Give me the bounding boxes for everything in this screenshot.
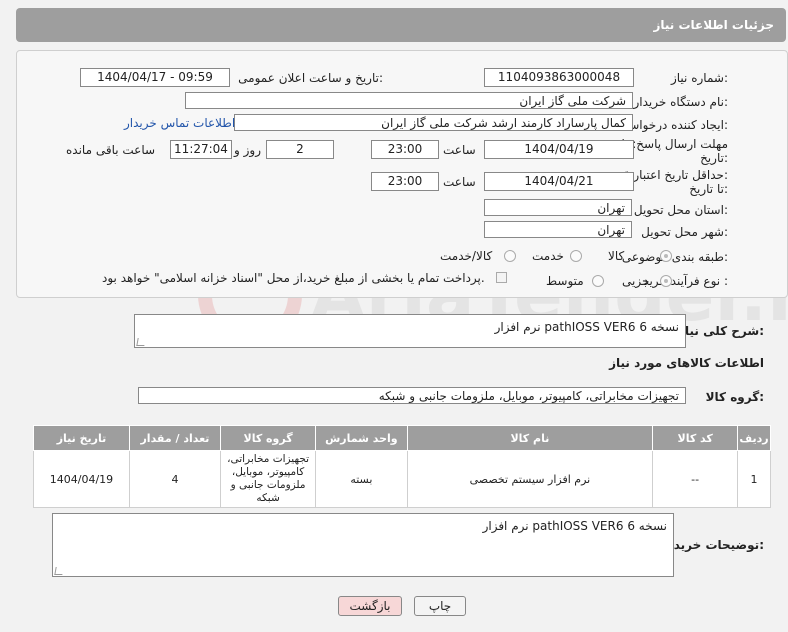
- cell-goods-name: نرم افزار سیستم تخصصی: [406, 450, 654, 508]
- validity-date-field: 1404/04/21: [484, 172, 634, 191]
- treasury-payment-checkbox[interactable]: [496, 272, 507, 283]
- category-option-goods: کالا: [608, 249, 625, 263]
- print-button[interactable]: چاپ: [414, 596, 466, 616]
- page-header: جزئیات اطلاعات نیاز: [16, 8, 786, 42]
- items-table: ردیف کد کالا نام کالا واحد شمارش گروه کا…: [33, 425, 771, 508]
- requester-field: کمال پارساراد کارمند ارشد شرکت ملی گاز ا…: [234, 114, 633, 131]
- validity-label-2: تا تاریخ:: [689, 182, 728, 196]
- category-option-both: کالا/خدمت: [440, 249, 493, 263]
- buyer-notes-textarea: نرم افزار pathIOSS VER6 نسخه 6: [52, 513, 674, 577]
- category-radio-both[interactable]: [504, 250, 516, 262]
- buyer-notes-label: توضیحات خریدار:: [662, 538, 764, 552]
- cell-unit: بسته: [315, 450, 408, 508]
- treasury-payment-note: پرداخت تمام یا بخشی از مبلغ خرید،از محل …: [102, 271, 485, 285]
- col-quantity: تعداد / مقدار: [128, 425, 221, 451]
- buyer-org-label: نام دستگاه خریدار:: [633, 95, 729, 109]
- cell-row-number: 1: [737, 450, 771, 508]
- need-number-label: شماره نیاز:: [670, 71, 728, 85]
- goods-group-field: تجهیزات مخابراتی، کامپیوتر، موبایل، ملزو…: [138, 387, 686, 404]
- cell-quantity: 4: [128, 450, 221, 508]
- deadline-time-field: 23:00: [371, 140, 439, 159]
- resize-handle-icon: [54, 567, 64, 575]
- buyer-contact-link[interactable]: اطلاعات تماس خریدار: [124, 116, 235, 130]
- summary-label: شرح کلی نیاز:: [678, 324, 764, 338]
- col-goods-name: نام کالا: [406, 425, 654, 451]
- buyer-org-field: شرکت ملی گاز ایران: [185, 92, 633, 109]
- col-goods-code: کد کالا: [652, 425, 739, 451]
- process-option-medium: متوسط: [546, 274, 584, 288]
- goods-section-title: اطلاعات کالاهای مورد نیاز: [609, 356, 764, 370]
- back-button[interactable]: بازگشت: [338, 596, 402, 616]
- summary-text: نرم افزار pathIOSS VER6 نسخه 6: [494, 320, 679, 334]
- goods-group-label: گروه کالا:: [705, 390, 764, 404]
- need-number-field: 1104093863000048: [484, 68, 634, 87]
- province-field: تهران: [484, 199, 632, 216]
- summary-textarea: نرم افزار pathIOSS VER6 نسخه 6: [134, 314, 686, 348]
- province-label: استان محل تحویل:: [633, 203, 728, 217]
- deadline-label: مهلت ارسال پاسخ: تا: [621, 137, 728, 151]
- page-title: جزئیات اطلاعات نیاز: [653, 18, 774, 32]
- city-field: تهران: [484, 221, 632, 238]
- table-row: 1 -- نرم افزار سیستم تخصصی بسته تجهیزات …: [33, 450, 771, 508]
- col-row-number: ردیف: [737, 425, 771, 451]
- days-field: 2: [266, 140, 334, 159]
- category-option-service: خدمت: [532, 249, 564, 263]
- announce-field: 1404/04/17 - 09:59: [80, 68, 230, 87]
- validity-time-field: 23:00: [371, 172, 439, 191]
- deadline-time-label: ساعت: [443, 143, 476, 157]
- col-goods-group: گروه کالا: [219, 425, 317, 451]
- remaining-time-field: 11:27:04: [170, 140, 232, 159]
- deadline-date-field: 1404/04/19: [484, 140, 634, 159]
- days-label: روز و: [234, 143, 261, 157]
- cell-goods-group: تجهیزات مخابراتی، کامپیوتر، موبایل، ملزو…: [219, 450, 317, 508]
- process-radio-medium[interactable]: [592, 275, 604, 287]
- process-option-minor: جزیی: [622, 274, 650, 288]
- process-label: نوع فرآیند خرید :: [643, 274, 728, 288]
- category-radio-goods[interactable]: [660, 250, 672, 262]
- cell-goods-code: --: [652, 450, 739, 508]
- col-unit: واحد شمارش: [315, 425, 408, 451]
- validity-time-label: ساعت: [443, 175, 476, 189]
- cell-need-date: 1404/04/19: [33, 450, 130, 508]
- buyer-notes-text: نرم افزار pathIOSS VER6 نسخه 6: [482, 519, 667, 533]
- announce-label: تاریخ و ساعت اعلان عمومی:: [238, 71, 383, 85]
- category-label: طبقه بندی موضوعی:: [621, 250, 728, 264]
- requester-label: ایجاد کننده درخواست:: [617, 118, 728, 132]
- process-radio-minor[interactable]: [660, 275, 672, 287]
- table-header-row: ردیف کد کالا نام کالا واحد شمارش گروه کا…: [33, 425, 771, 451]
- col-need-date: تاریخ نیاز: [33, 425, 130, 451]
- remaining-time-label: ساعت باقی مانده: [66, 143, 156, 157]
- category-radio-service[interactable]: [570, 250, 582, 262]
- deadline-label-2: تاریخ:: [700, 151, 728, 165]
- resize-handle-icon: [136, 338, 146, 346]
- city-label: شهر محل تحویل:: [641, 225, 728, 239]
